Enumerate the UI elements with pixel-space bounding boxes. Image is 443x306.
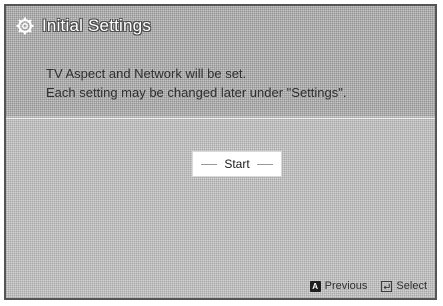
start-button[interactable]: Start bbox=[192, 151, 282, 177]
page-title: Initial Settings bbox=[42, 16, 152, 35]
description-text: TV Aspect and Network will be set. Each … bbox=[46, 64, 346, 102]
gear-icon bbox=[16, 17, 34, 35]
description-line-2: Each setting may be changed later under … bbox=[46, 85, 347, 100]
description-line-1: TV Aspect and Network will be set. bbox=[46, 66, 247, 81]
divider bbox=[6, 118, 435, 119]
header-panel: Initial Settings TV Aspect and Network w… bbox=[6, 6, 435, 116]
button-edge-left bbox=[201, 164, 217, 165]
enter-icon bbox=[381, 280, 393, 292]
previous-label: Previous bbox=[324, 280, 368, 292]
previous-hint[interactable]: A Previous bbox=[309, 280, 368, 292]
select-hint[interactable]: Select bbox=[381, 280, 427, 292]
start-button-label: Start bbox=[224, 157, 250, 171]
button-edge-right bbox=[257, 164, 273, 165]
a-key-icon: A bbox=[309, 280, 321, 292]
select-label: Select bbox=[396, 280, 427, 292]
footer-hints: A Previous Select bbox=[309, 280, 427, 292]
initial-settings-screen: Initial Settings TV Aspect and Network w… bbox=[4, 4, 437, 300]
title-row: Initial Settings bbox=[16, 16, 151, 36]
